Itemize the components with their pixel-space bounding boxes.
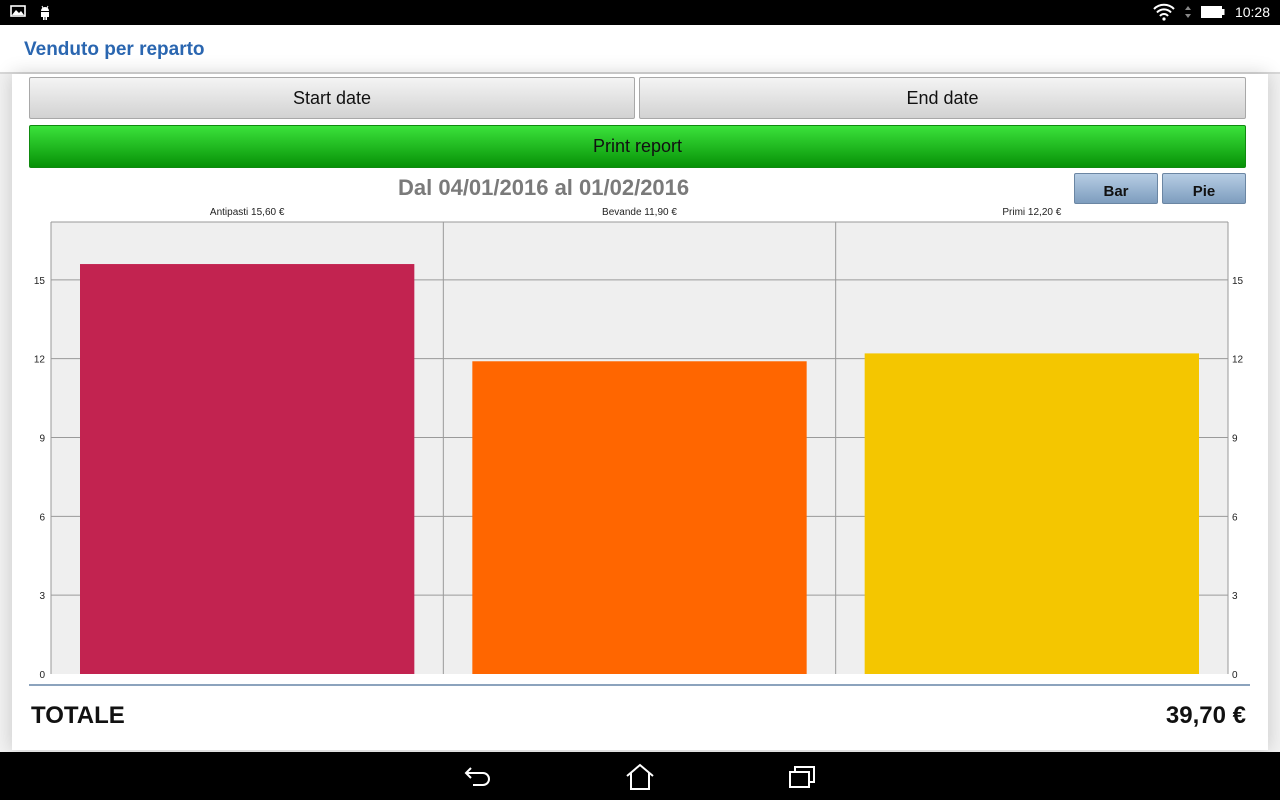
y-tick-label-right: 15: [1232, 276, 1244, 287]
end-date-button[interactable]: End date: [639, 77, 1246, 119]
y-tick-label-left: 12: [34, 355, 46, 366]
y-tick-label-right: 6: [1232, 512, 1238, 523]
y-tick-label-right: 3: [1232, 591, 1238, 602]
page-title: Venduto per reparto: [24, 39, 205, 60]
recent-apps-icon[interactable]: [782, 762, 822, 792]
home-icon[interactable]: [620, 762, 660, 792]
y-tick-label-right: 9: [1232, 433, 1238, 444]
totals-divider: [29, 684, 1250, 686]
battery-icon: [1200, 5, 1225, 19]
android-debug-icon: [38, 4, 52, 20]
status-time: 10:28: [1234, 4, 1270, 20]
y-tick-label-left: 15: [34, 276, 46, 287]
action-bar: Venduto per reparto: [0, 25, 1280, 74]
start-date-button[interactable]: Start date: [29, 77, 635, 119]
category-label: Antipasti 15,60 €: [210, 207, 285, 218]
back-icon[interactable]: [458, 762, 498, 792]
category-label: Primi 12,20 €: [1002, 207, 1061, 218]
navigation-bar: [0, 752, 1280, 800]
category-label: Bevande 11,90 €: [602, 207, 677, 218]
print-report-button[interactable]: Print report: [29, 125, 1246, 168]
y-tick-label-left: 6: [39, 512, 45, 523]
y-tick-label-left: 0: [39, 670, 45, 680]
bar-chart: 0 0 3 3 6 6 9 9 12 12 15 15 Antipasti 15,60 € Bevande…: [34, 207, 1244, 680]
gallery-notification-icon: [10, 4, 26, 20]
y-tick-label-right: 12: [1232, 355, 1244, 366]
report-panel: Start date End date Print report Dal 04/…: [12, 74, 1268, 750]
y-tick-label-left: 3: [39, 591, 45, 602]
total-value: 39,70 €: [1165, 702, 1246, 729]
bar-primi: [864, 353, 1199, 674]
y-tick-label-right: 0: [1232, 670, 1238, 680]
data-arrows-icon: [1184, 5, 1191, 19]
y-tick-label-left: 9: [39, 433, 45, 444]
status-bar: 10:28: [0, 0, 1280, 25]
wifi-icon: [1153, 3, 1175, 21]
total-label: TOTALE: [31, 702, 125, 729]
bar-bevande: [472, 361, 807, 674]
period-label: Dal 04/01/2016 al 01/02/2016: [398, 175, 690, 200]
bar-antipasti: [80, 264, 415, 674]
